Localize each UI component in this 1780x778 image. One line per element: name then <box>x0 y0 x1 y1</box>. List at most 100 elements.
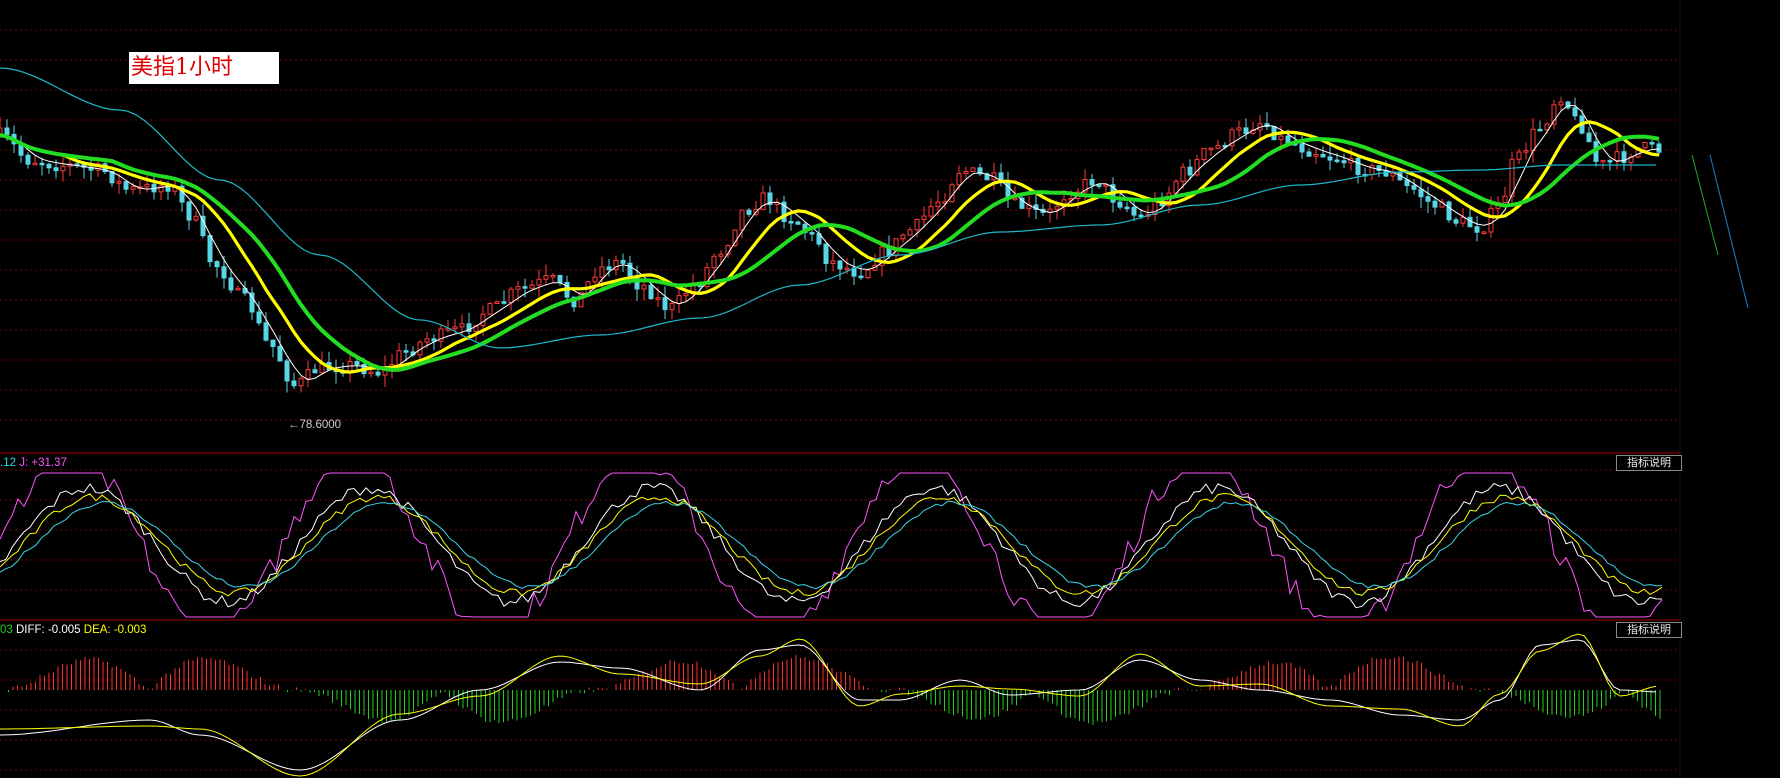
grid-lines <box>0 0 1681 778</box>
kdj-d-line <box>0 492 1663 597</box>
candle-body <box>1607 160 1613 163</box>
candle-body <box>1117 201 1123 208</box>
candle-body <box>1124 206 1130 210</box>
chart-title: 美指1小时 <box>129 52 279 84</box>
candle-body <box>627 262 633 277</box>
candle-body <box>130 186 136 190</box>
candle-body <box>1537 128 1543 132</box>
macd-explain-button[interactable]: 指标说明 <box>1616 622 1682 638</box>
candle-body <box>1481 231 1487 234</box>
kdj-header-fragment: .12 <box>0 457 16 469</box>
candle-body <box>1600 160 1606 163</box>
candle-body <box>1208 147 1214 151</box>
candle-body <box>1523 150 1529 153</box>
candle-body <box>214 261 220 268</box>
candle-body <box>1341 160 1347 164</box>
ma-yellow-line <box>0 120 1660 374</box>
candle-body <box>39 162 45 166</box>
kdj-j-value: +31.37 <box>31 457 67 469</box>
candle-body <box>1355 157 1361 175</box>
candle-body <box>1530 128 1536 152</box>
low-price-marker: ←78.6000 <box>288 419 342 431</box>
candle-body <box>956 172 962 186</box>
candle-body <box>1327 156 1333 161</box>
candle-body <box>592 276 598 283</box>
candle-body <box>1278 135 1284 141</box>
candle-body <box>732 229 738 247</box>
candle-body <box>1320 153 1326 158</box>
candle-body <box>536 278 542 286</box>
candle-body <box>1488 207 1494 233</box>
candle-body <box>1446 201 1452 221</box>
candle-body <box>270 339 276 347</box>
candle-body <box>144 183 150 188</box>
candle-body <box>837 260 843 270</box>
candle-body <box>403 350 409 353</box>
candle-body <box>858 275 864 279</box>
moving-averages <box>0 67 1660 381</box>
candle-body <box>1432 200 1438 208</box>
candle-body <box>550 275 556 278</box>
candle-body <box>1453 219 1459 224</box>
candle-body <box>1187 166 1193 176</box>
kdj-header: .12 J: +31.37 <box>0 456 67 470</box>
candle-body <box>711 255 717 269</box>
candle-body <box>963 170 969 174</box>
macd-header: 03 DIFF: -0.005 DEA: -0.003 <box>0 623 146 637</box>
candle-body <box>1460 216 1466 224</box>
candle-body <box>1558 101 1564 106</box>
candle-body <box>305 369 311 380</box>
candle-body <box>683 293 689 297</box>
candle-body <box>1215 144 1221 149</box>
candle-body <box>508 288 514 303</box>
candle-body <box>907 229 913 236</box>
candle-body <box>1586 132 1592 143</box>
projection-line-blue <box>1709 154 1749 309</box>
candle-body <box>641 284 647 290</box>
candle-body <box>487 303 493 315</box>
macd-diff-value: -0.005 <box>47 624 81 636</box>
candle-body <box>25 154 31 165</box>
candle-body <box>1614 151 1620 162</box>
candle-body <box>452 326 458 330</box>
candle-body <box>368 371 374 375</box>
candle-body <box>795 221 801 225</box>
candles <box>0 96 1662 393</box>
candle-body <box>1131 206 1137 216</box>
candle-body <box>298 378 304 387</box>
candle-body <box>46 163 52 169</box>
candle-body <box>830 260 836 264</box>
candle-body <box>746 209 752 215</box>
candle-body <box>648 284 654 300</box>
candle-body <box>1425 196 1431 202</box>
candle-body <box>662 297 668 311</box>
candle-body <box>718 253 724 257</box>
candle-body <box>494 301 500 305</box>
candle-body <box>1390 172 1396 177</box>
chart-root: 美指1小时 ←78.6000 .12 J: +31.37 指标说明 03 DIF… <box>0 0 1780 778</box>
candle-body <box>543 275 549 280</box>
kdj-lines <box>0 472 1663 618</box>
candle-body <box>480 313 486 326</box>
candle-body <box>1502 195 1508 204</box>
kdj-explain-button[interactable]: 指标说明 <box>1616 455 1682 471</box>
candle-body <box>921 215 927 220</box>
candle-body <box>284 360 290 382</box>
candle-body <box>228 277 234 291</box>
candle-body <box>1656 143 1662 153</box>
candle-body <box>935 201 941 208</box>
kdj-j-label: J: <box>19 457 29 469</box>
candle-body <box>221 266 227 279</box>
candle-body <box>1054 206 1060 210</box>
candle-body <box>1642 142 1648 149</box>
ma-short-line <box>0 104 1660 381</box>
candle-body <box>207 235 213 263</box>
candle-body <box>1418 188 1424 198</box>
candle-body <box>1334 159 1340 163</box>
candle-body <box>529 284 535 289</box>
candle-body <box>739 209 745 231</box>
chart-canvas[interactable] <box>0 0 1780 778</box>
candle-body <box>669 302 675 311</box>
candle-body <box>1138 214 1144 218</box>
candle-body <box>1467 216 1473 228</box>
